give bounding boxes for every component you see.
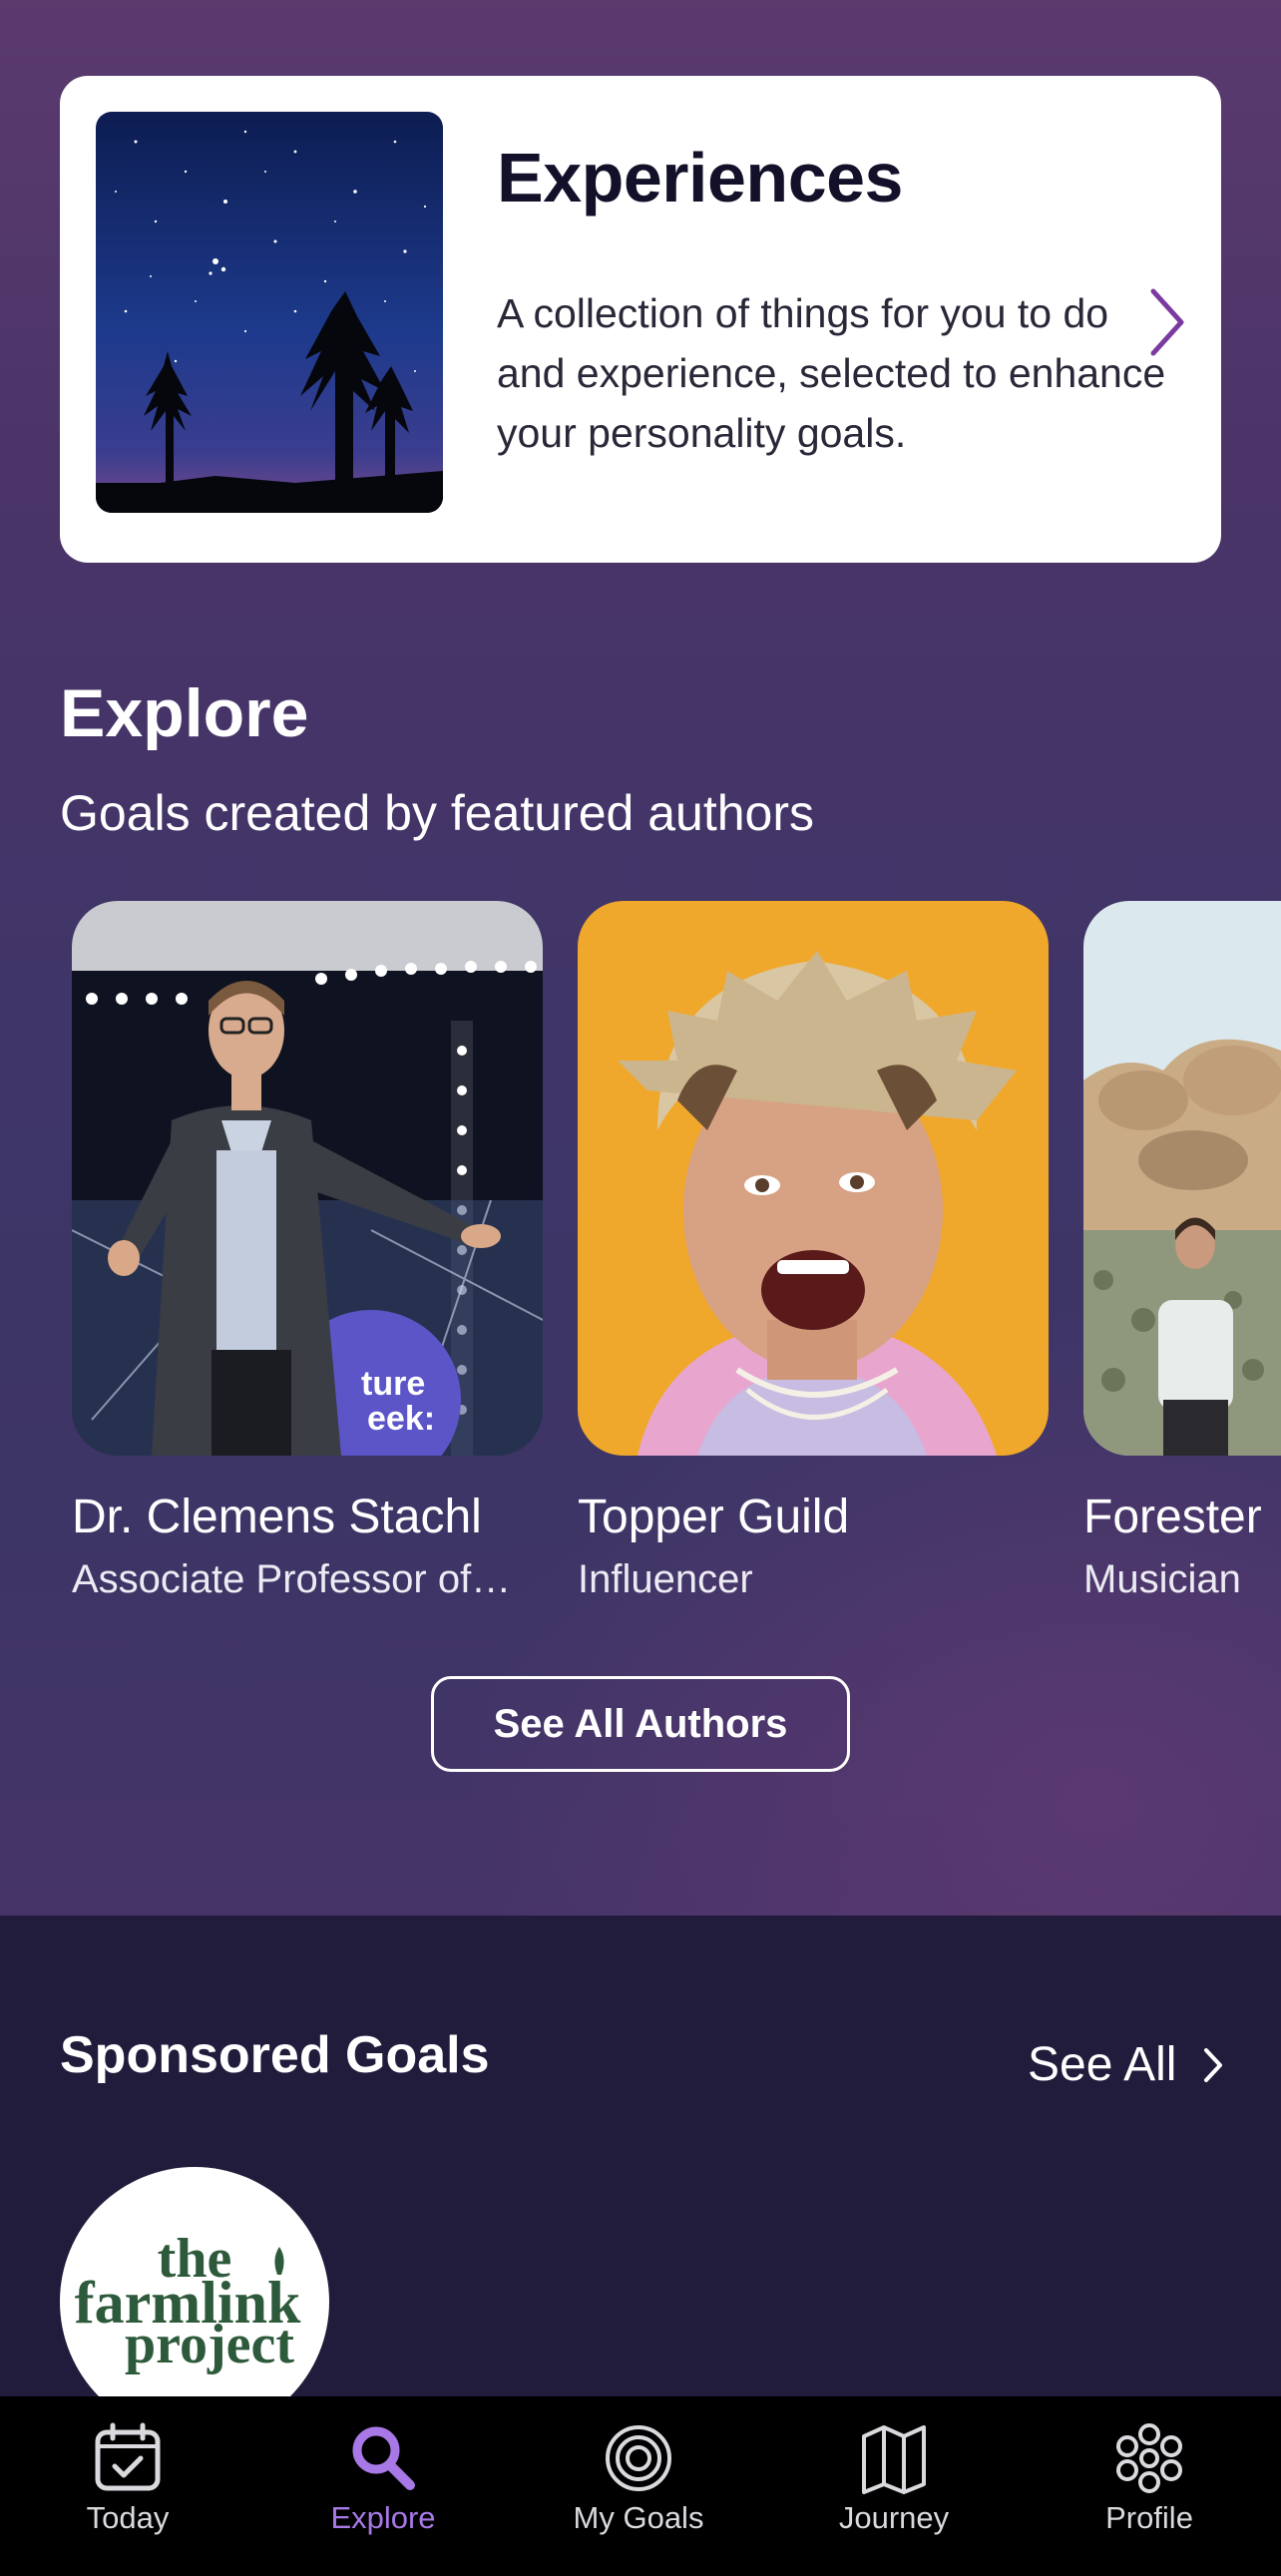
author-name: Dr. Clemens Stachl bbox=[72, 1491, 482, 1543]
tab-label: Journey bbox=[838, 2500, 950, 2535]
search-icon bbox=[352, 2426, 415, 2490]
author-name: Topper Guild bbox=[578, 1491, 850, 1543]
author-name: Forester bbox=[1083, 1491, 1262, 1543]
calendar-check-icon bbox=[95, 2422, 161, 2491]
author-role: Associate Professor of… bbox=[72, 1557, 512, 1601]
explore-subheading: Goals created by featured authors bbox=[60, 785, 815, 841]
experiences-image bbox=[96, 112, 443, 513]
target-icon bbox=[606, 2425, 671, 2491]
tab-label: Explore bbox=[330, 2500, 436, 2535]
svg-text:ture: ture bbox=[361, 1365, 425, 1403]
tab-label: Profile bbox=[1105, 2500, 1193, 2535]
tab-label: My Goals bbox=[573, 2500, 704, 2535]
tab-explore[interactable]: Explore bbox=[255, 2396, 511, 2576]
svg-text:project: project bbox=[125, 2314, 294, 2375]
tab-my-goals[interactable]: My Goals bbox=[511, 2396, 766, 2576]
tab-journey[interactable]: Journey bbox=[766, 2396, 1022, 2576]
author-photo bbox=[578, 901, 1049, 1456]
tab-label: Today bbox=[86, 2500, 170, 2535]
map-icon bbox=[862, 2425, 926, 2494]
author-role: Musician bbox=[1083, 1557, 1241, 1601]
see-all-authors-button[interactable]: See All Authors bbox=[431, 1676, 850, 1772]
chevron-right-icon bbox=[1204, 2047, 1223, 2082]
experiences-card[interactable]: Experiences A collection of things for y… bbox=[60, 76, 1221, 563]
svg-text:eek:: eek: bbox=[367, 1400, 435, 1438]
tab-profile[interactable]: Profile bbox=[1022, 2396, 1277, 2576]
chevron-right-icon[interactable] bbox=[1147, 287, 1187, 357]
explore-heading: Explore bbox=[60, 675, 309, 751]
sponsored-goals-heading: Sponsored Goals bbox=[60, 2026, 490, 2084]
author-role: Influencer bbox=[578, 1557, 753, 1601]
author-photo bbox=[1083, 901, 1281, 1456]
profile-flower-icon bbox=[1116, 2423, 1182, 2493]
see-all-label: See All bbox=[1028, 2038, 1177, 2091]
author-photo: ture eek: bbox=[72, 901, 543, 1456]
experiences-title: Experiences bbox=[497, 139, 903, 216]
see-all-link[interactable]: See All bbox=[1028, 2037, 1224, 2092]
author-card[interactable]: Topper Guild Influencer bbox=[578, 901, 1049, 1601]
experiences-description: A collection of things for you to do and… bbox=[497, 290, 1166, 456]
tab-bar: Today Explore My Goals Journey Profile bbox=[0, 2396, 1281, 2576]
author-card[interactable]: Forester Musician bbox=[1083, 901, 1281, 1601]
author-card[interactable]: ture eek: Dr. Clemens Stachl Associate P… bbox=[72, 901, 543, 1601]
tab-today[interactable]: Today bbox=[0, 2396, 255, 2576]
